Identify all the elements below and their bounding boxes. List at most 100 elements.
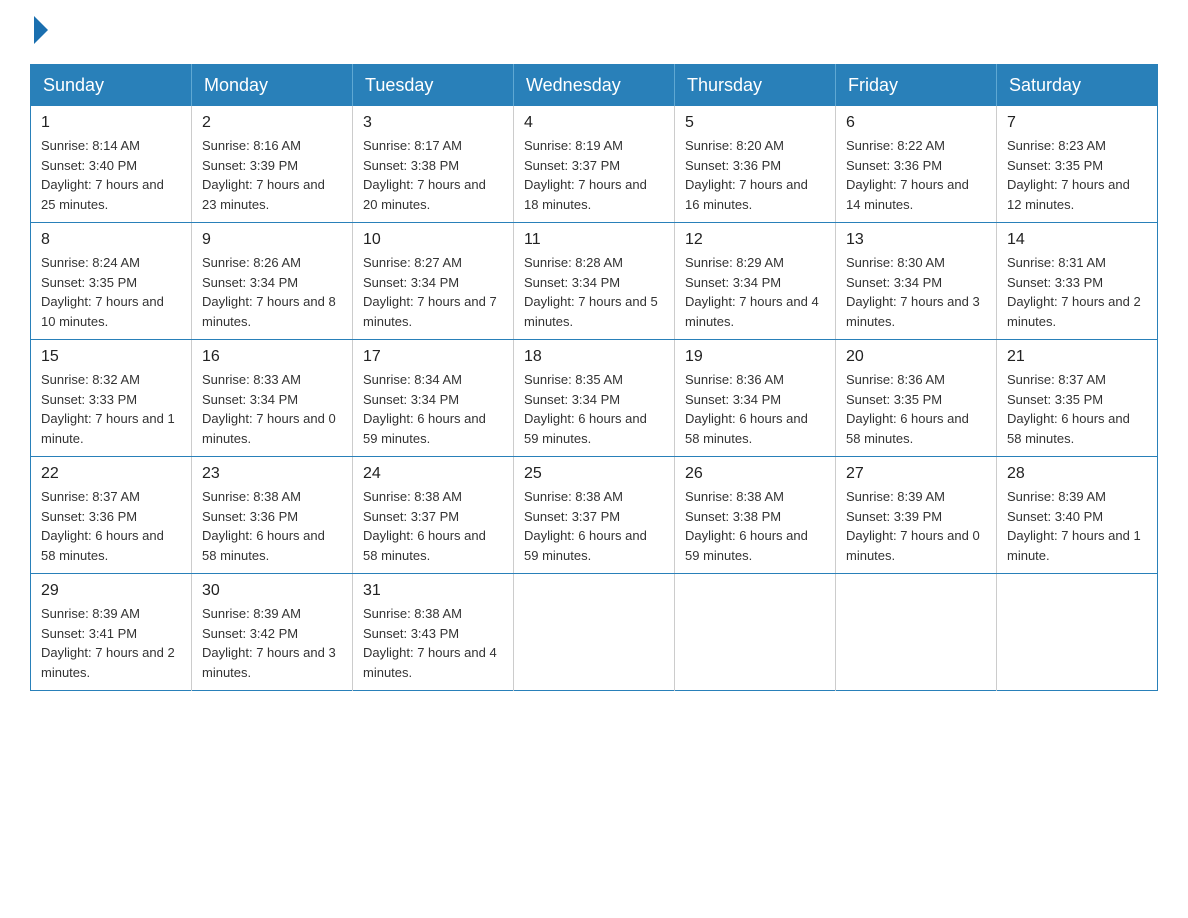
calendar-cell: 20 Sunrise: 8:36 AM Sunset: 3:35 PM Dayl… — [836, 340, 997, 457]
weekday-header-monday: Monday — [192, 65, 353, 107]
day-info: Sunrise: 8:39 AM Sunset: 3:42 PM Dayligh… — [202, 604, 342, 682]
logo — [30, 20, 48, 44]
day-info: Sunrise: 8:38 AM Sunset: 3:36 PM Dayligh… — [202, 487, 342, 565]
day-number: 6 — [846, 114, 986, 132]
day-number: 17 — [363, 348, 503, 366]
day-number: 15 — [41, 348, 181, 366]
day-info: Sunrise: 8:30 AM Sunset: 3:34 PM Dayligh… — [846, 253, 986, 331]
day-info: Sunrise: 8:23 AM Sunset: 3:35 PM Dayligh… — [1007, 136, 1147, 214]
weekday-header-tuesday: Tuesday — [353, 65, 514, 107]
calendar-cell: 22 Sunrise: 8:37 AM Sunset: 3:36 PM Dayl… — [31, 457, 192, 574]
calendar-cell: 24 Sunrise: 8:38 AM Sunset: 3:37 PM Dayl… — [353, 457, 514, 574]
day-info: Sunrise: 8:36 AM Sunset: 3:35 PM Dayligh… — [846, 370, 986, 448]
day-number: 5 — [685, 114, 825, 132]
calendar-cell: 1 Sunrise: 8:14 AM Sunset: 3:40 PM Dayli… — [31, 106, 192, 223]
calendar-cell: 21 Sunrise: 8:37 AM Sunset: 3:35 PM Dayl… — [997, 340, 1158, 457]
calendar-cell: 19 Sunrise: 8:36 AM Sunset: 3:34 PM Dayl… — [675, 340, 836, 457]
day-info: Sunrise: 8:32 AM Sunset: 3:33 PM Dayligh… — [41, 370, 181, 448]
day-number: 3 — [363, 114, 503, 132]
day-number: 23 — [202, 465, 342, 483]
day-number: 29 — [41, 582, 181, 600]
page-header — [30, 20, 1158, 44]
calendar-week-row: 1 Sunrise: 8:14 AM Sunset: 3:40 PM Dayli… — [31, 106, 1158, 223]
logo-arrow-icon — [34, 16, 48, 44]
day-info: Sunrise: 8:28 AM Sunset: 3:34 PM Dayligh… — [524, 253, 664, 331]
day-info: Sunrise: 8:19 AM Sunset: 3:37 PM Dayligh… — [524, 136, 664, 214]
day-number: 21 — [1007, 348, 1147, 366]
day-number: 14 — [1007, 231, 1147, 249]
calendar-cell — [514, 574, 675, 691]
calendar-cell: 14 Sunrise: 8:31 AM Sunset: 3:33 PM Dayl… — [997, 223, 1158, 340]
calendar-cell — [836, 574, 997, 691]
day-info: Sunrise: 8:27 AM Sunset: 3:34 PM Dayligh… — [363, 253, 503, 331]
day-number: 1 — [41, 114, 181, 132]
calendar-cell: 17 Sunrise: 8:34 AM Sunset: 3:34 PM Dayl… — [353, 340, 514, 457]
day-info: Sunrise: 8:39 AM Sunset: 3:40 PM Dayligh… — [1007, 487, 1147, 565]
day-info: Sunrise: 8:34 AM Sunset: 3:34 PM Dayligh… — [363, 370, 503, 448]
calendar-cell — [997, 574, 1158, 691]
calendar-week-row: 22 Sunrise: 8:37 AM Sunset: 3:36 PM Dayl… — [31, 457, 1158, 574]
day-info: Sunrise: 8:38 AM Sunset: 3:37 PM Dayligh… — [524, 487, 664, 565]
day-info: Sunrise: 8:16 AM Sunset: 3:39 PM Dayligh… — [202, 136, 342, 214]
day-number: 12 — [685, 231, 825, 249]
calendar-cell: 6 Sunrise: 8:22 AM Sunset: 3:36 PM Dayli… — [836, 106, 997, 223]
calendar-cell: 28 Sunrise: 8:39 AM Sunset: 3:40 PM Dayl… — [997, 457, 1158, 574]
day-info: Sunrise: 8:29 AM Sunset: 3:34 PM Dayligh… — [685, 253, 825, 331]
day-number: 22 — [41, 465, 181, 483]
day-number: 24 — [363, 465, 503, 483]
calendar-cell: 3 Sunrise: 8:17 AM Sunset: 3:38 PM Dayli… — [353, 106, 514, 223]
day-number: 13 — [846, 231, 986, 249]
day-number: 8 — [41, 231, 181, 249]
day-number: 19 — [685, 348, 825, 366]
day-info: Sunrise: 8:37 AM Sunset: 3:36 PM Dayligh… — [41, 487, 181, 565]
day-number: 16 — [202, 348, 342, 366]
day-info: Sunrise: 8:37 AM Sunset: 3:35 PM Dayligh… — [1007, 370, 1147, 448]
calendar-cell: 15 Sunrise: 8:32 AM Sunset: 3:33 PM Dayl… — [31, 340, 192, 457]
day-info: Sunrise: 8:17 AM Sunset: 3:38 PM Dayligh… — [363, 136, 503, 214]
day-info: Sunrise: 8:38 AM Sunset: 3:38 PM Dayligh… — [685, 487, 825, 565]
weekday-header-sunday: Sunday — [31, 65, 192, 107]
weekday-header-friday: Friday — [836, 65, 997, 107]
day-number: 2 — [202, 114, 342, 132]
calendar-cell: 12 Sunrise: 8:29 AM Sunset: 3:34 PM Dayl… — [675, 223, 836, 340]
calendar-cell: 29 Sunrise: 8:39 AM Sunset: 3:41 PM Dayl… — [31, 574, 192, 691]
day-info: Sunrise: 8:31 AM Sunset: 3:33 PM Dayligh… — [1007, 253, 1147, 331]
calendar-week-row: 15 Sunrise: 8:32 AM Sunset: 3:33 PM Dayl… — [31, 340, 1158, 457]
day-number: 7 — [1007, 114, 1147, 132]
calendar-cell: 26 Sunrise: 8:38 AM Sunset: 3:38 PM Dayl… — [675, 457, 836, 574]
day-number: 28 — [1007, 465, 1147, 483]
calendar-week-row: 8 Sunrise: 8:24 AM Sunset: 3:35 PM Dayli… — [31, 223, 1158, 340]
day-info: Sunrise: 8:35 AM Sunset: 3:34 PM Dayligh… — [524, 370, 664, 448]
day-info: Sunrise: 8:39 AM Sunset: 3:39 PM Dayligh… — [846, 487, 986, 565]
calendar-cell: 31 Sunrise: 8:38 AM Sunset: 3:43 PM Dayl… — [353, 574, 514, 691]
calendar-cell: 11 Sunrise: 8:28 AM Sunset: 3:34 PM Dayl… — [514, 223, 675, 340]
weekday-header-wednesday: Wednesday — [514, 65, 675, 107]
calendar-cell — [675, 574, 836, 691]
calendar-cell: 16 Sunrise: 8:33 AM Sunset: 3:34 PM Dayl… — [192, 340, 353, 457]
calendar-table: SundayMondayTuesdayWednesdayThursdayFrid… — [30, 64, 1158, 691]
calendar-cell: 9 Sunrise: 8:26 AM Sunset: 3:34 PM Dayli… — [192, 223, 353, 340]
day-number: 10 — [363, 231, 503, 249]
calendar-cell: 8 Sunrise: 8:24 AM Sunset: 3:35 PM Dayli… — [31, 223, 192, 340]
day-number: 20 — [846, 348, 986, 366]
day-info: Sunrise: 8:33 AM Sunset: 3:34 PM Dayligh… — [202, 370, 342, 448]
day-info: Sunrise: 8:36 AM Sunset: 3:34 PM Dayligh… — [685, 370, 825, 448]
calendar-cell: 23 Sunrise: 8:38 AM Sunset: 3:36 PM Dayl… — [192, 457, 353, 574]
day-number: 30 — [202, 582, 342, 600]
day-info: Sunrise: 8:14 AM Sunset: 3:40 PM Dayligh… — [41, 136, 181, 214]
calendar-cell: 5 Sunrise: 8:20 AM Sunset: 3:36 PM Dayli… — [675, 106, 836, 223]
weekday-header-thursday: Thursday — [675, 65, 836, 107]
calendar-cell: 2 Sunrise: 8:16 AM Sunset: 3:39 PM Dayli… — [192, 106, 353, 223]
calendar-cell: 25 Sunrise: 8:38 AM Sunset: 3:37 PM Dayl… — [514, 457, 675, 574]
calendar-cell: 27 Sunrise: 8:39 AM Sunset: 3:39 PM Dayl… — [836, 457, 997, 574]
day-number: 26 — [685, 465, 825, 483]
calendar-cell: 7 Sunrise: 8:23 AM Sunset: 3:35 PM Dayli… — [997, 106, 1158, 223]
day-number: 4 — [524, 114, 664, 132]
weekday-header-saturday: Saturday — [997, 65, 1158, 107]
weekday-header-row: SundayMondayTuesdayWednesdayThursdayFrid… — [31, 65, 1158, 107]
day-number: 11 — [524, 231, 664, 249]
day-info: Sunrise: 8:24 AM Sunset: 3:35 PM Dayligh… — [41, 253, 181, 331]
day-info: Sunrise: 8:26 AM Sunset: 3:34 PM Dayligh… — [202, 253, 342, 331]
calendar-cell: 4 Sunrise: 8:19 AM Sunset: 3:37 PM Dayli… — [514, 106, 675, 223]
day-info: Sunrise: 8:38 AM Sunset: 3:43 PM Dayligh… — [363, 604, 503, 682]
